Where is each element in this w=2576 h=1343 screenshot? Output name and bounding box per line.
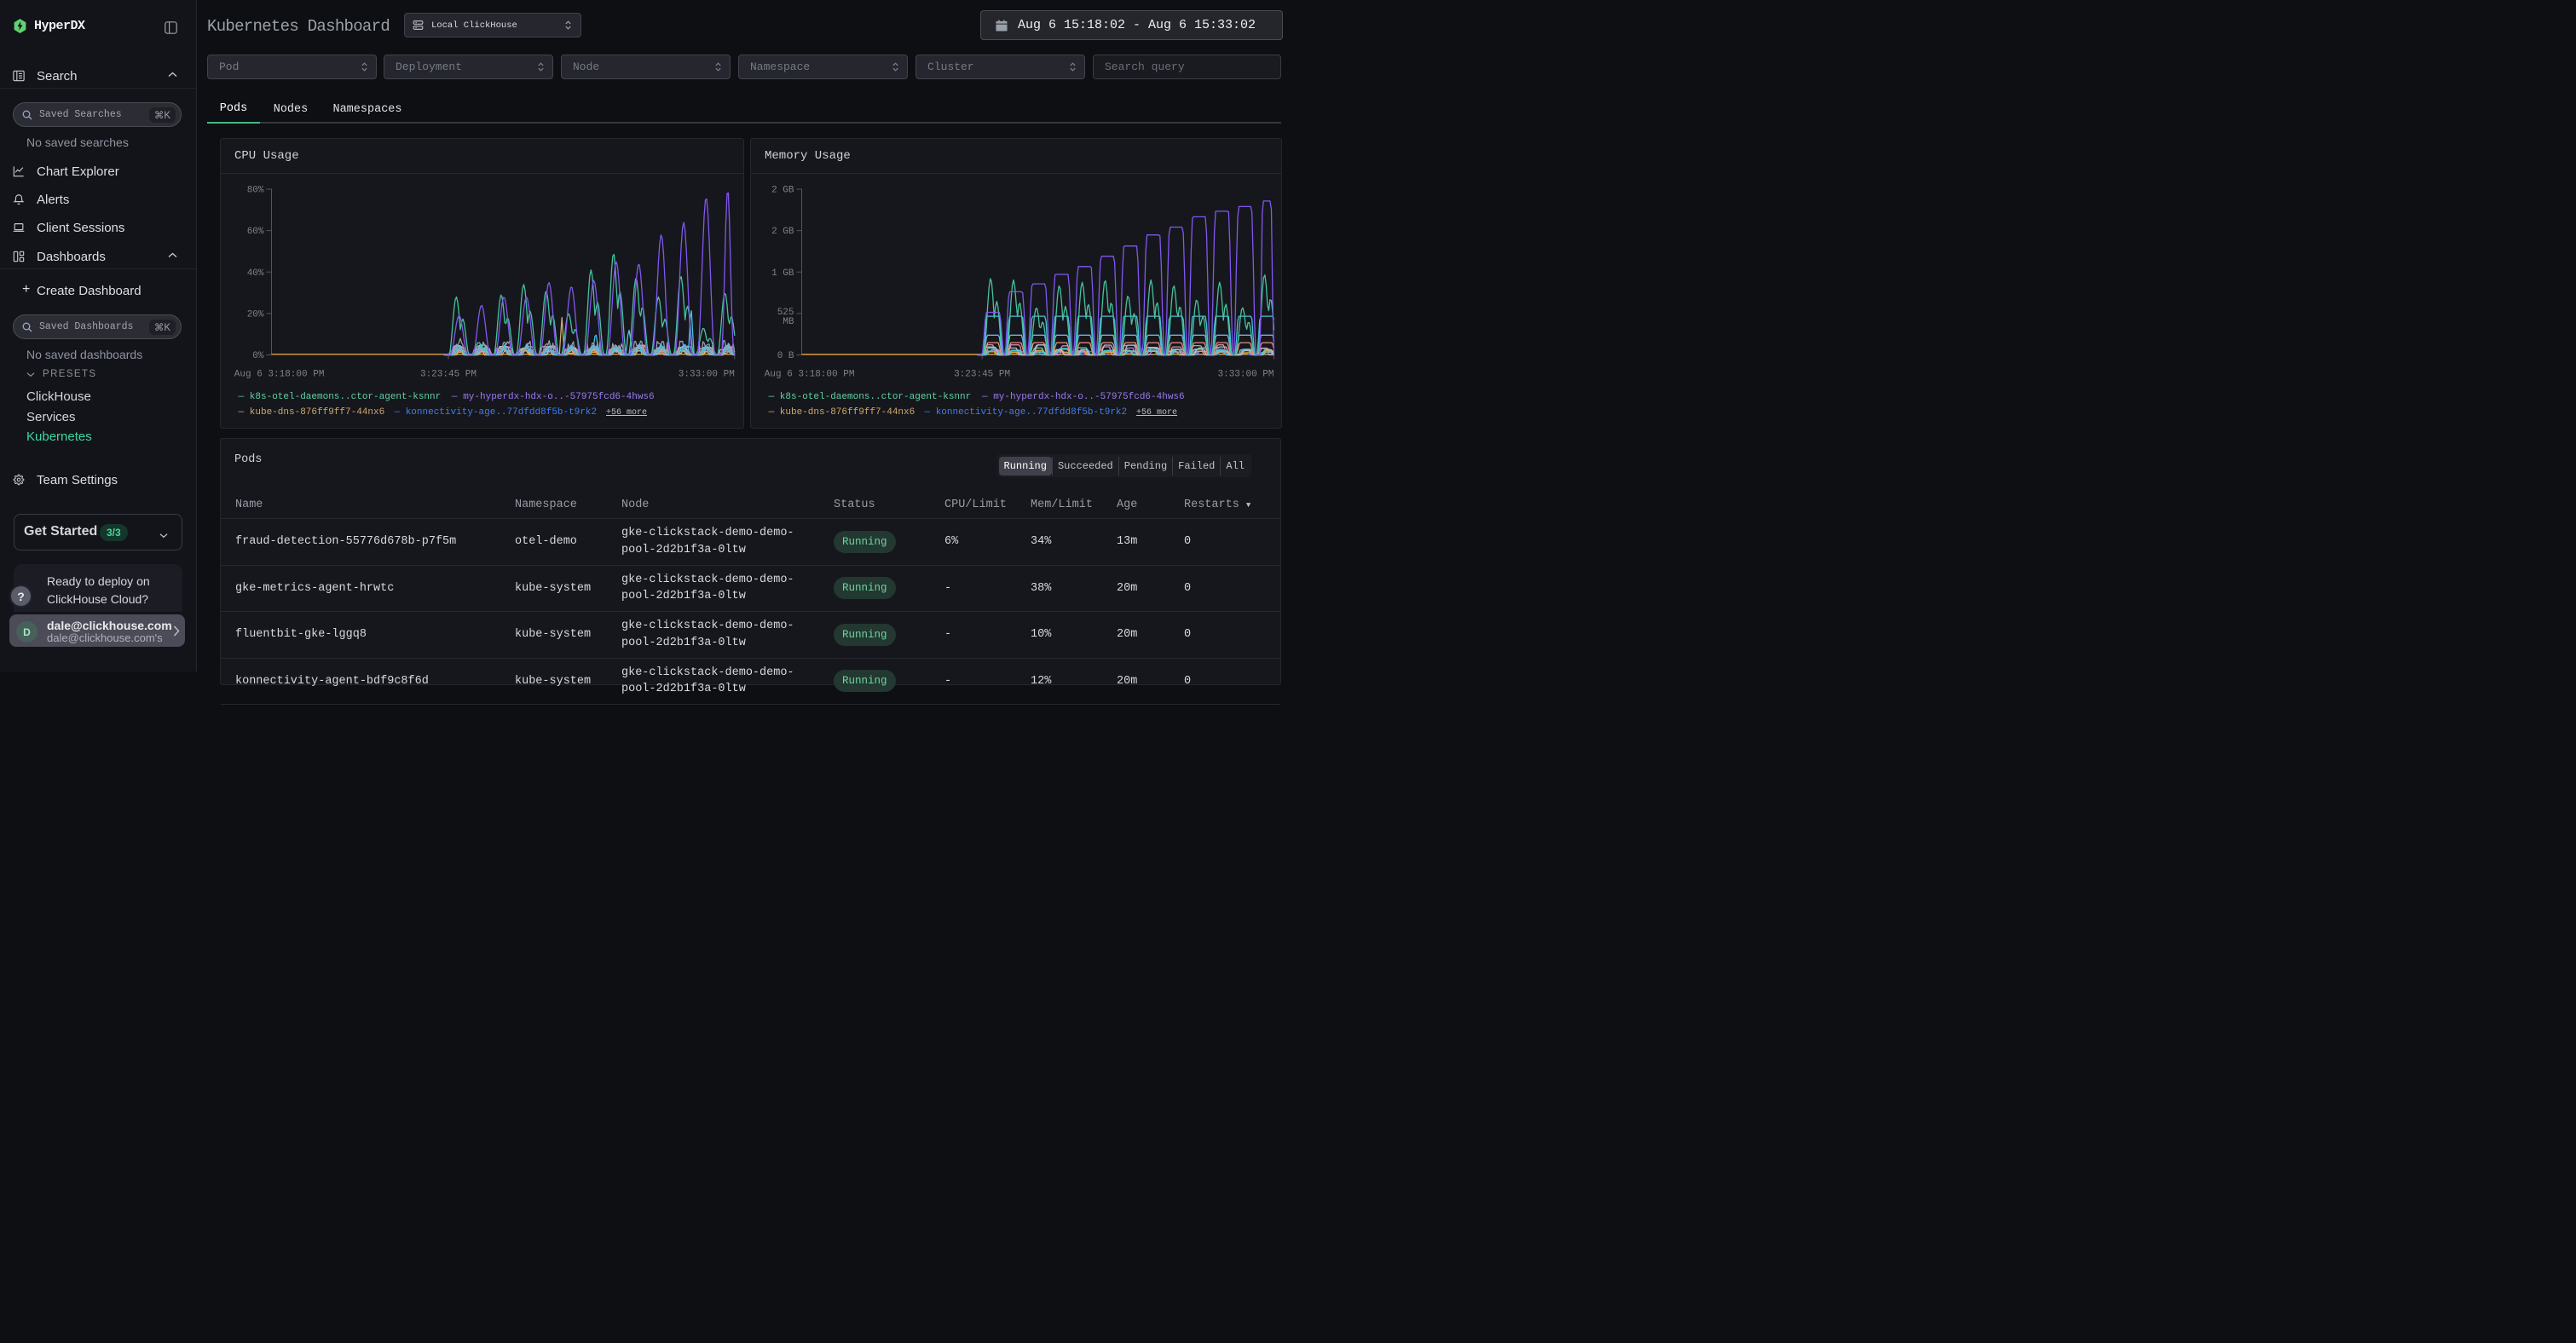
svg-text:2 GB: 2 GB	[771, 186, 794, 196]
svg-text:+56 more: +56 more	[1136, 408, 1177, 418]
svg-text:Aug 6 3:18:00 PM: Aug 6 3:18:00 PM	[765, 370, 855, 380]
svg-text:0%: 0%	[252, 351, 264, 361]
svg-text:1 GB: 1 GB	[771, 268, 794, 279]
svg-text:— konnectivity-age..77dfdd8f5b: — konnectivity-age..77dfdd8f5b-t9rk2	[394, 407, 598, 418]
svg-text:20%: 20%	[247, 310, 264, 320]
svg-text:40%: 40%	[247, 268, 264, 279]
svg-text:— k8s-otel-daemons..ctor-agent: — k8s-otel-daemons..ctor-agent-ksnnr	[768, 392, 972, 402]
svg-text:80%: 80%	[247, 186, 264, 196]
svg-text:3:23:45 PM: 3:23:45 PM	[954, 370, 1010, 380]
svg-text:Aug 6 3:18:00 PM: Aug 6 3:18:00 PM	[234, 370, 325, 380]
svg-text:60%: 60%	[247, 227, 264, 237]
svg-text:3:23:45 PM: 3:23:45 PM	[420, 370, 477, 380]
svg-text:— k8s-otel-daemons..ctor-agent: — k8s-otel-daemons..ctor-agent-ksnnr	[238, 392, 442, 402]
svg-text:MB: MB	[783, 317, 794, 327]
svg-text:3:33:00 PM: 3:33:00 PM	[1217, 370, 1274, 380]
svg-text:— konnectivity-age..77dfdd8f5b: — konnectivity-age..77dfdd8f5b-t9rk2	[924, 407, 1128, 418]
svg-text:— kube-dns-876ff9ff7-44nx6: — kube-dns-876ff9ff7-44nx6	[238, 407, 385, 418]
svg-text:— my-hyperdx-hdx-o..-57975fcd6: — my-hyperdx-hdx-o..-57975fcd6-4hws6	[451, 392, 655, 402]
svg-text:— my-hyperdx-hdx-o..-57975fcd6: — my-hyperdx-hdx-o..-57975fcd6-4hws6	[981, 392, 1185, 402]
svg-text:3:33:00 PM: 3:33:00 PM	[679, 370, 735, 380]
svg-text:+56 more: +56 more	[606, 408, 647, 418]
svg-text:2 GB: 2 GB	[771, 227, 794, 237]
svg-text:0 B: 0 B	[777, 351, 794, 361]
svg-text:— kube-dns-876ff9ff7-44nx6: — kube-dns-876ff9ff7-44nx6	[768, 407, 915, 418]
